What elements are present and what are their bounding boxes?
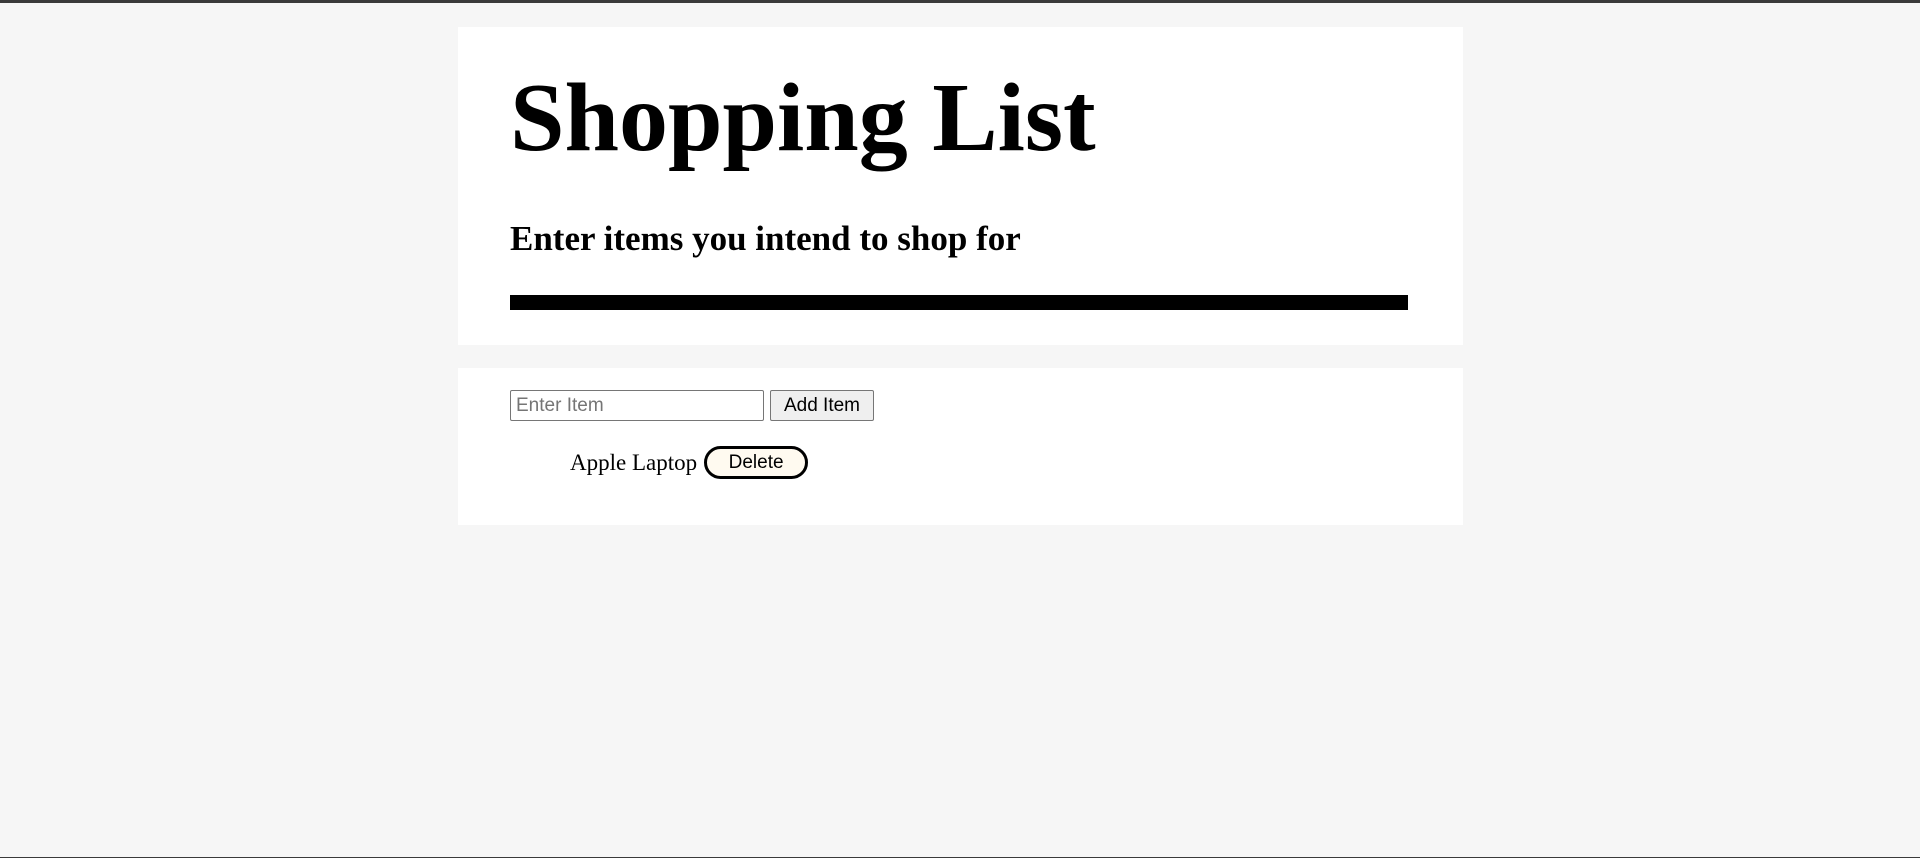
delete-button[interactable]: Delete [704, 446, 809, 479]
item-input[interactable] [510, 390, 764, 421]
header-card: Shopping List Enter items you intend to … [458, 27, 1463, 345]
list-item-label: Apple Laptop [570, 449, 698, 475]
list-item: Apple Laptop Delete [570, 446, 809, 479]
header-divider [510, 295, 1408, 310]
window-top-border [0, 0, 1920, 3]
shopping-list: Apple Laptop Delete [570, 446, 809, 479]
list-card: Add Item Apple Laptop Delete [458, 368, 1463, 525]
page-title: Shopping List [510, 64, 1096, 172]
page-subtitle: Enter items you intend to shop for [510, 219, 1021, 258]
add-item-button[interactable]: Add Item [770, 390, 874, 421]
